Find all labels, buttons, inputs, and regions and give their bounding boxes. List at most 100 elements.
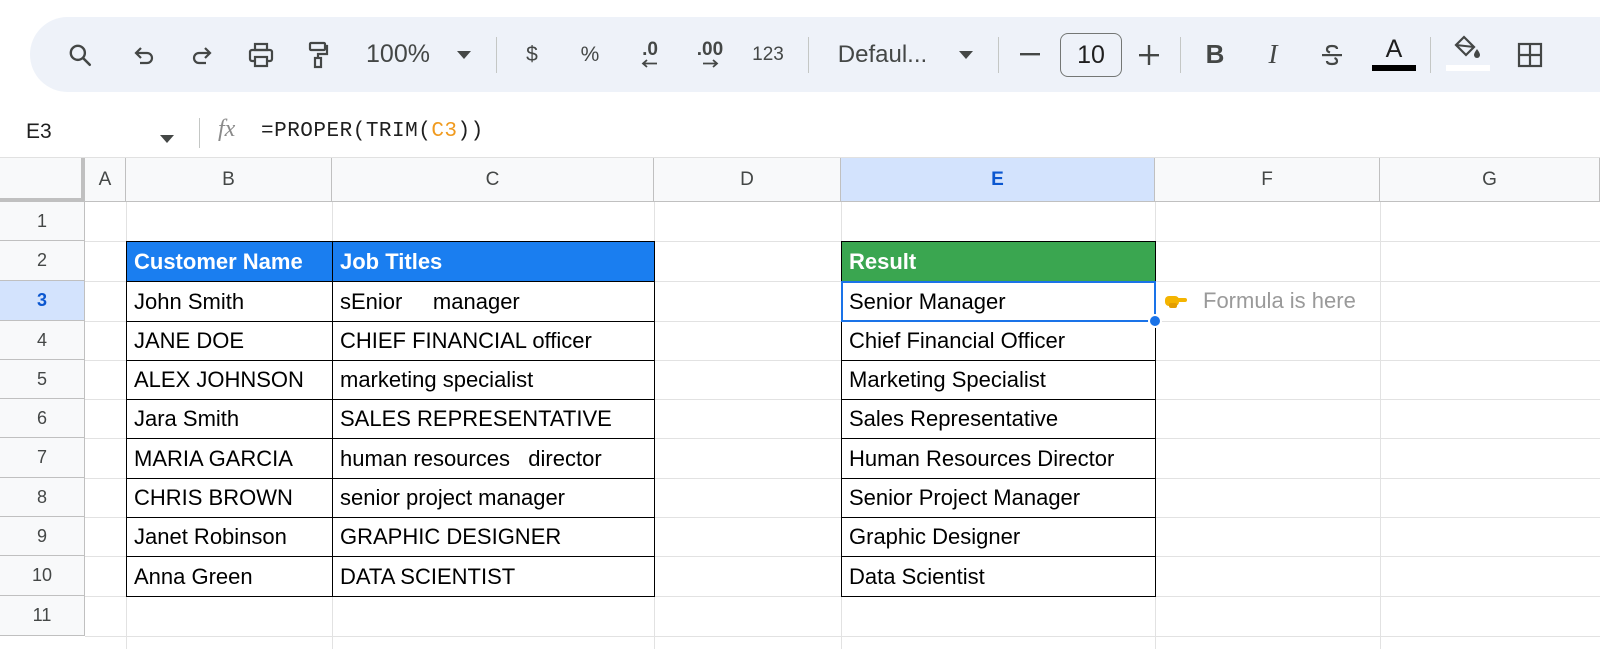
row-header-5[interactable]: 5 xyxy=(0,360,85,399)
redo-icon[interactable] xyxy=(182,17,222,92)
column-header-b[interactable]: B xyxy=(126,158,332,202)
column-header-f[interactable]: F xyxy=(1155,158,1380,202)
decrease-decimal-button[interactable]: .0 xyxy=(630,17,670,92)
result-cell[interactable]: Human Resources Director xyxy=(841,438,1156,479)
row-header-4[interactable]: 4 xyxy=(0,321,85,360)
zoom-value: 100% xyxy=(366,40,430,68)
row-header-1[interactable]: 1 xyxy=(0,202,85,241)
currency-label: $ xyxy=(526,42,538,66)
currency-button[interactable]: $ xyxy=(518,17,546,92)
formula-divider xyxy=(199,118,200,148)
row-header-11[interactable]: 11 xyxy=(0,596,85,636)
italic-button[interactable]: I xyxy=(1258,17,1288,92)
increase-decimal-button[interactable]: .00 xyxy=(688,17,732,92)
row-header-3[interactable]: 3 xyxy=(0,281,85,321)
customer-name-cell[interactable]: Anna Green xyxy=(126,556,333,597)
toolbar-divider xyxy=(1430,37,1431,73)
chevron-down-icon[interactable] xyxy=(160,130,174,148)
header-job-titles[interactable]: Job Titles xyxy=(332,241,655,282)
column-header-a[interactable]: A xyxy=(85,158,126,202)
job-title-cell[interactable]: GRAPHIC DESIGNER xyxy=(332,517,655,557)
chevron-down-icon[interactable] xyxy=(952,17,980,92)
result-cell[interactable]: Marketing Specialist xyxy=(841,360,1156,400)
customer-name-cell[interactable]: MARIA GARCIA xyxy=(126,438,333,479)
decrease-decimal-label: .0 xyxy=(642,39,658,60)
row-header-6[interactable]: 6 xyxy=(0,399,85,438)
row-header-10[interactable]: 10 xyxy=(0,556,85,596)
fill-handle[interactable] xyxy=(1148,314,1162,328)
undo-icon[interactable] xyxy=(124,17,164,92)
select-all-corner[interactable] xyxy=(0,158,85,202)
customer-name-cell[interactable]: Jara Smith xyxy=(126,399,333,439)
increase-decimal-label: .00 xyxy=(696,39,724,60)
formula-reference: C3 xyxy=(431,120,458,143)
cells-area[interactable]: Customer Name Job Titles Result John Smith s… xyxy=(85,202,1600,649)
column-header-d[interactable]: D xyxy=(654,158,841,202)
number-format-label: 123 xyxy=(752,43,784,65)
pointing-hand-icon xyxy=(1163,291,1189,311)
job-title-cell[interactable]: human resources director xyxy=(332,438,655,479)
minus-icon[interactable] xyxy=(1015,17,1045,92)
font-label: Defaul... xyxy=(837,40,928,68)
result-cell[interactable]: Sales Representative xyxy=(841,399,1156,439)
row-header-7[interactable]: 7 xyxy=(0,438,85,478)
toolbar-area: 100% $ % .0 .00 123 Defaul... 10 B I A xyxy=(0,0,1600,110)
borders-icon[interactable] xyxy=(1512,17,1548,92)
fill-color-icon[interactable] xyxy=(1446,17,1490,92)
formula-note: Formula is here xyxy=(1163,281,1356,321)
search-icon[interactable] xyxy=(60,17,100,92)
spreadsheet-grid: ABCDEFG 1 2 3 4 5 6 7 8 9 10 11 Customer Name Job T… xyxy=(0,158,1600,649)
font-size-input[interactable]: 10 xyxy=(1060,33,1122,77)
toolbar-divider xyxy=(496,37,497,73)
formula-prefix: =PROPER(TRIM( xyxy=(261,120,432,143)
font-select[interactable]: Defaul... xyxy=(830,17,935,92)
toolbar-divider xyxy=(998,37,999,73)
customer-name-cell[interactable]: Janet Robinson xyxy=(126,517,333,557)
toolbar: 100% $ % .0 .00 123 Defaul... 10 B I A xyxy=(30,17,1600,92)
grid-line xyxy=(1380,202,1381,649)
selected-cell-outline xyxy=(841,281,1156,322)
text-color-button[interactable]: A xyxy=(1372,17,1416,92)
bold-label: B xyxy=(1205,39,1225,69)
job-title-cell[interactable]: senior project manager xyxy=(332,478,655,518)
paint-format-icon[interactable] xyxy=(298,17,338,92)
row-header-9[interactable]: 9 xyxy=(0,517,85,556)
customer-name-cell[interactable]: John Smith xyxy=(126,281,333,322)
result-cell[interactable]: Chief Financial Officer xyxy=(841,321,1156,361)
plus-icon[interactable] xyxy=(1134,17,1164,92)
column-header-e[interactable]: E xyxy=(841,158,1155,202)
customer-name-cell[interactable]: ALEX JOHNSON xyxy=(126,360,333,400)
column-header-g[interactable]: G xyxy=(1380,158,1600,202)
job-title-cell[interactable]: sEnior manager xyxy=(332,281,655,322)
header-result[interactable]: Result xyxy=(841,241,1156,282)
column-header-c[interactable]: C xyxy=(332,158,654,202)
job-title-cell[interactable]: DATA SCIENTIST xyxy=(332,556,655,597)
print-icon[interactable] xyxy=(240,17,282,92)
result-cell[interactable]: Data Scientist xyxy=(841,556,1156,597)
toolbar-divider xyxy=(808,37,809,73)
text-color-letter: A xyxy=(1385,35,1403,63)
job-title-cell[interactable]: marketing specialist xyxy=(332,360,655,400)
bold-button[interactable]: B xyxy=(1200,17,1230,92)
header-customer-name[interactable]: Customer Name xyxy=(126,241,333,282)
job-title-cell[interactable]: SALES REPRESENTATIVE xyxy=(332,399,655,439)
italic-label: I xyxy=(1268,39,1278,69)
zoom-select[interactable]: 100% xyxy=(358,17,438,92)
row-header-8[interactable]: 8 xyxy=(0,478,85,517)
fill-color-swatch xyxy=(1446,65,1490,71)
job-title-cell[interactable]: CHIEF FINANCIAL officer xyxy=(332,321,655,361)
formula-input[interactable]: =PROPER(TRIM(C3)) xyxy=(261,120,484,143)
percent-label: % xyxy=(580,42,600,66)
customer-name-cell[interactable]: JANE DOE xyxy=(126,321,333,361)
percent-button[interactable]: % xyxy=(575,17,605,92)
formula-bar: E3 fx =PROPER(TRIM(C3)) xyxy=(0,110,1600,158)
fx-icon: fx xyxy=(218,116,236,142)
number-format-button[interactable]: 123 xyxy=(746,17,790,92)
customer-name-cell[interactable]: CHRIS BROWN xyxy=(126,478,333,518)
result-cell[interactable]: Senior Project Manager xyxy=(841,478,1156,518)
row-header-2[interactable]: 2 xyxy=(0,241,85,281)
strikethrough-icon[interactable] xyxy=(1316,17,1348,92)
result-cell[interactable]: Graphic Designer xyxy=(841,517,1156,557)
chevron-down-icon[interactable] xyxy=(450,17,478,92)
name-box[interactable]: E3 xyxy=(26,120,52,144)
